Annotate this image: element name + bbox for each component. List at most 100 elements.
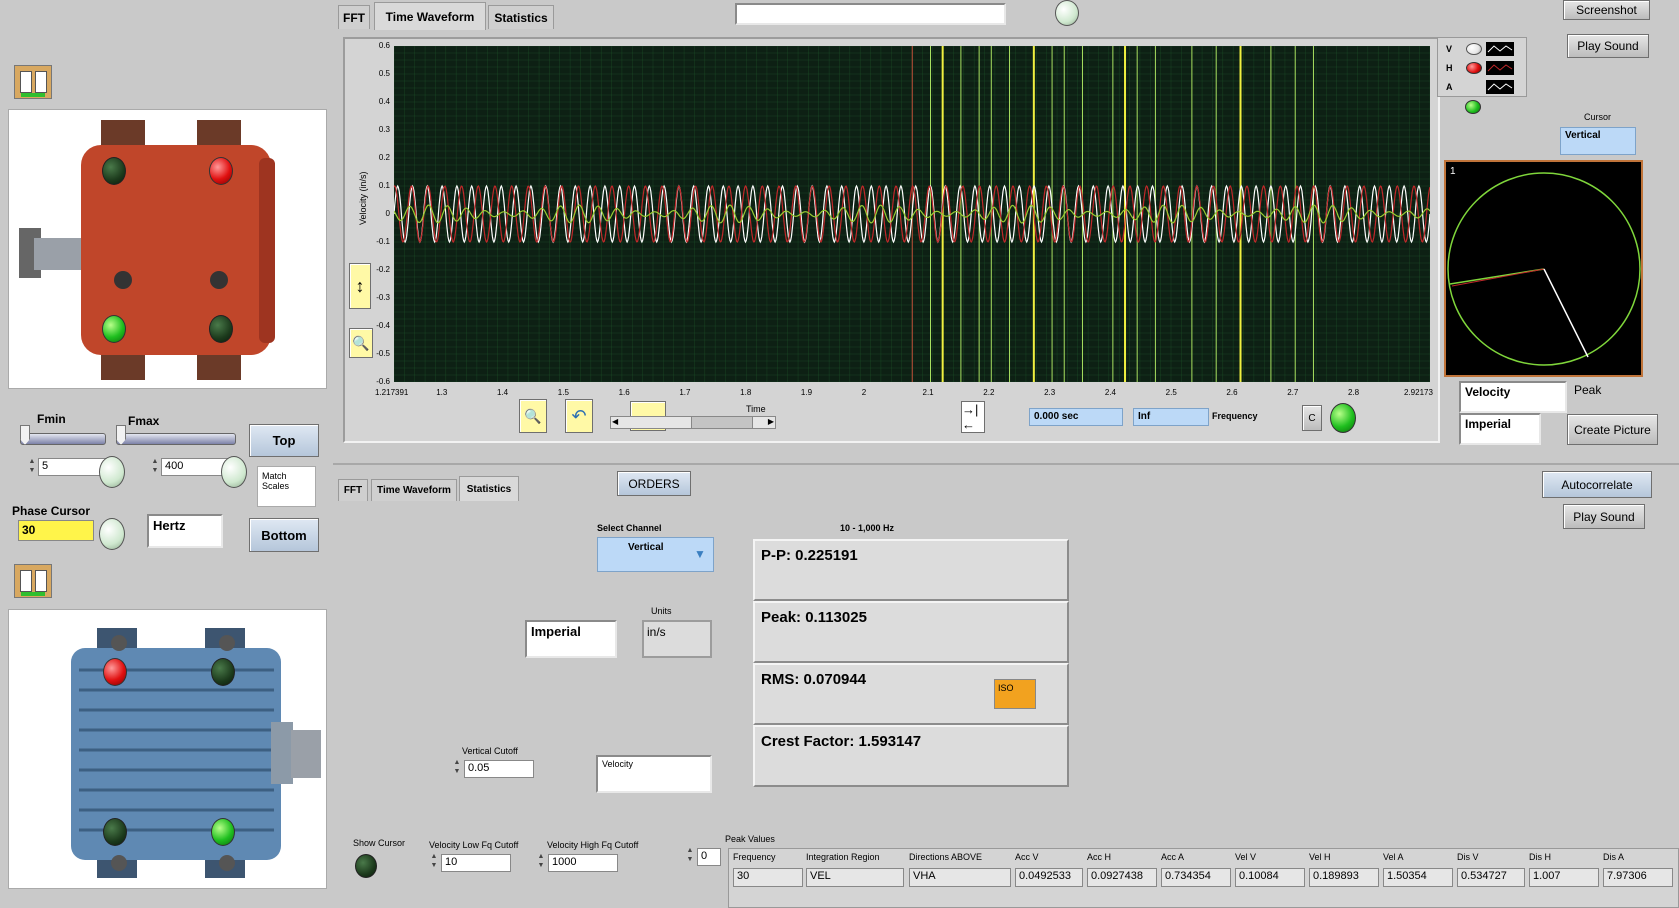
peak-index-spinner[interactable]: ▲ ▼ [685,846,695,868]
tab-fft-top[interactable]: FFT [338,5,370,29]
vel-low-input[interactable]: 10 [441,854,511,872]
table-cell[interactable]: 0.189893 [1309,868,1379,887]
tab-time-waveform-bottom[interactable]: Time Waveform [371,479,457,501]
units-hertz-select[interactable]: Hertz [147,514,223,548]
x-tick-label: 2.1 [922,388,934,397]
tab-time-waveform-top[interactable]: Time Waveform [374,2,486,30]
table-cell[interactable]: 1.007 [1529,868,1599,887]
fmin-spinner[interactable]: ▲ ▼ [27,457,37,479]
tab-fft-bottom[interactable]: FFT [338,479,368,501]
bearing-led-tl[interactable] [102,157,126,185]
legend-h-swatch [1486,61,1514,75]
y-scale-button[interactable]: ↕ [349,263,371,309]
table-cell[interactable]: 7.97306 [1603,868,1673,887]
units-value-display: in/s [642,620,712,658]
table-cell[interactable]: VEL [806,868,904,887]
iso-indicator[interactable]: ISO [994,679,1036,709]
toggle-icon-top[interactable] [14,65,52,99]
bottom-button[interactable]: Bottom [249,518,319,552]
legend-h-label: H [1446,63,1453,73]
table-cell[interactable]: VHA [909,868,1011,887]
motor-led-tl[interactable] [103,658,127,686]
bearing-led-tr[interactable] [209,157,233,185]
phase-cursor-input[interactable]: 30 [18,520,94,541]
fmax-slider[interactable] [116,433,236,445]
cursor-move-icon[interactable]: →|← [961,401,985,433]
time-readout[interactable]: 0.000 sec [1029,408,1123,426]
measure-select-bottom[interactable]: Velocity [596,755,712,793]
select-channel-dropdown[interactable]: Vertical ▼ [597,537,714,572]
freq-readout[interactable]: Inf [1133,408,1209,426]
top-button[interactable]: Top [249,424,319,457]
chevron-down-icon[interactable]: ▼ [694,547,706,561]
table-header: Acc H [1087,852,1112,862]
x-tick-label: 1.5 [557,388,569,397]
table-cell[interactable]: 1.50354 [1383,868,1453,887]
time-scrollbar[interactable]: ◀ ▶ [610,416,776,429]
y-tick-label: 0.4 [378,97,390,106]
vertical-cutoff-spinner[interactable]: ▲ ▼ [452,758,462,780]
show-cursor-led[interactable] [355,854,377,878]
vel-high-input[interactable]: 1000 [548,854,618,872]
scroll-left-arrow-icon[interactable]: ◀ [612,417,618,426]
table-cell[interactable]: 0.10084 [1235,868,1305,887]
c-led[interactable] [1330,403,1356,433]
tab-statistics-bottom[interactable]: Statistics [459,476,519,501]
motor-led-bl[interactable] [103,818,127,846]
orders-button[interactable]: ORDERS [617,471,691,496]
play-sound-top-button[interactable]: Play Sound [1567,34,1649,58]
phase-cursor-knob[interactable] [99,518,125,550]
vertical-cutoff-label: Vertical Cutoff [462,746,518,756]
screenshot-button[interactable]: Screenshot [1563,0,1650,20]
cursor-select[interactable]: Vertical [1560,127,1636,155]
scroll-right-arrow-icon[interactable]: ▶ [768,417,774,426]
table-header: Directions ABOVE [909,852,983,862]
legend-h-led[interactable] [1466,62,1482,74]
create-picture-button[interactable]: Create Picture [1567,414,1658,445]
measure-select-top[interactable]: Velocity [1459,381,1567,413]
bearing-diagram [8,109,327,389]
fmax-knob[interactable] [221,456,247,488]
match-scales-toggle[interactable]: Match Scales [257,466,316,507]
c-button[interactable]: C [1302,405,1322,431]
table-header: Vel V [1235,852,1257,862]
x-tick-label: 2 [861,388,867,397]
scroll-thumb[interactable] [691,417,753,428]
fmin-knob[interactable] [99,456,125,488]
plot-legend: V H A [1437,37,1527,97]
toggle-icon-bottom[interactable] [14,564,52,598]
x-tick-label: 2.5 [1165,388,1177,397]
table-cell[interactable]: 30 [733,868,803,887]
units-select-top[interactable]: Imperial [1459,413,1541,445]
autocorrelate-button[interactable]: Autocorrelate [1542,471,1652,498]
units-system-select[interactable]: Imperial [525,620,617,658]
table-cell[interactable]: 0.534727 [1457,868,1525,887]
x-tick-label: 2.2 [983,388,995,397]
vel-low-spinner[interactable]: ▲ ▼ [429,852,439,874]
legend-v-led[interactable] [1466,43,1482,55]
table-cell[interactable]: 0.0927438 [1087,868,1157,887]
bearing-led-br[interactable] [209,315,233,343]
table-cell[interactable]: 0.734354 [1161,868,1231,887]
legend-a-led[interactable] [1465,100,1481,114]
tab-statistics-top[interactable]: Statistics [488,5,554,29]
play-sound-bottom-button[interactable]: Play Sound [1563,504,1645,529]
fmin-slider[interactable] [20,433,106,445]
undo-zoom-icon[interactable]: ↶ [565,399,593,433]
divider-line [333,463,1679,465]
table-cell[interactable]: 0.0492533 [1015,868,1083,887]
status-text-field[interactable] [735,3,1006,25]
peak-index-input[interactable]: 0 [697,848,721,866]
vel-high-spinner[interactable]: ▲ ▼ [536,852,546,874]
polar-plot[interactable]: 1 [1444,160,1643,377]
bearing-led-bl[interactable] [102,315,126,343]
x-zoom-icon[interactable]: 🔍 [519,399,547,433]
motor-led-tr[interactable] [211,658,235,686]
table-header: Vel H [1309,852,1331,862]
waveform-plot[interactable] [394,46,1430,382]
fmax-spinner[interactable]: ▲ ▼ [150,457,160,479]
motor-led-br[interactable] [211,818,235,846]
freq-label: Frequency [1212,411,1258,421]
vertical-cutoff-input[interactable]: 0.05 [464,760,534,778]
y-zoom-icon[interactable]: 🔍 [349,328,373,358]
